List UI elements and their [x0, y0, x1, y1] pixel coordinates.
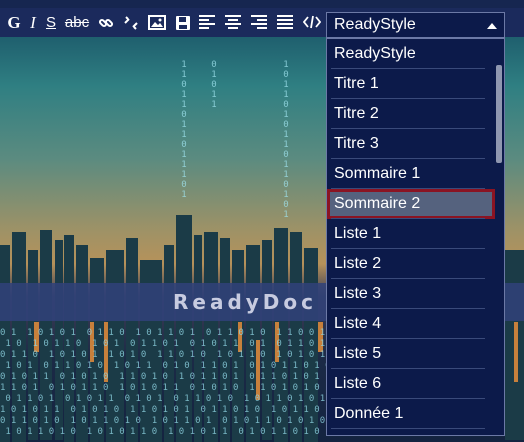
caret-up-icon [487, 23, 497, 29]
bold-button[interactable]: G [6, 8, 22, 37]
style-option[interactable]: Donnée 1 [327, 399, 495, 429]
dropdown-scrollbar[interactable] [495, 41, 503, 433]
style-select[interactable]: ReadyStyle [326, 12, 505, 38]
align-right-icon[interactable] [249, 8, 269, 37]
style-option[interactable]: Titre 3 [327, 129, 495, 159]
banner-title: ReadyDoc [172, 290, 317, 314]
strikethrough-button[interactable]: abc [62, 8, 92, 37]
unlink-icon[interactable] [121, 8, 141, 37]
italic-button[interactable]: I [26, 8, 40, 37]
style-option[interactable]: Liste 2 [327, 249, 495, 279]
style-dropdown-list: ReadyStyle Titre 1 Titre 2 Titre 3 Somma… [326, 38, 505, 436]
style-option[interactable]: Titre 1 [327, 69, 495, 99]
save-icon[interactable] [173, 8, 193, 37]
underline-button[interactable]: S [43, 8, 59, 37]
style-option[interactable]: Liste 5 [327, 339, 495, 369]
align-left-icon[interactable] [197, 8, 217, 37]
style-select-value: ReadyStyle [334, 16, 416, 33]
code-icon[interactable] [301, 8, 323, 37]
style-option[interactable]: Sommaire 1 [327, 159, 495, 189]
style-option[interactable]: ReadyStyle [327, 39, 495, 69]
image-icon[interactable] [147, 8, 167, 37]
align-center-icon[interactable] [223, 8, 243, 37]
style-option[interactable]: Liste 1 [327, 219, 495, 249]
align-justify-icon[interactable] [275, 8, 295, 37]
style-option[interactable]: Liste 3 [327, 279, 495, 309]
style-option[interactable]: Liste 6 [327, 369, 495, 399]
scrollbar-thumb[interactable] [496, 65, 502, 163]
style-option[interactable]: Titre 2 [327, 99, 495, 129]
style-option-highlighted[interactable]: Sommaire 2 [327, 189, 495, 219]
style-option[interactable]: Liste 4 [327, 309, 495, 339]
link-icon[interactable] [96, 8, 116, 37]
